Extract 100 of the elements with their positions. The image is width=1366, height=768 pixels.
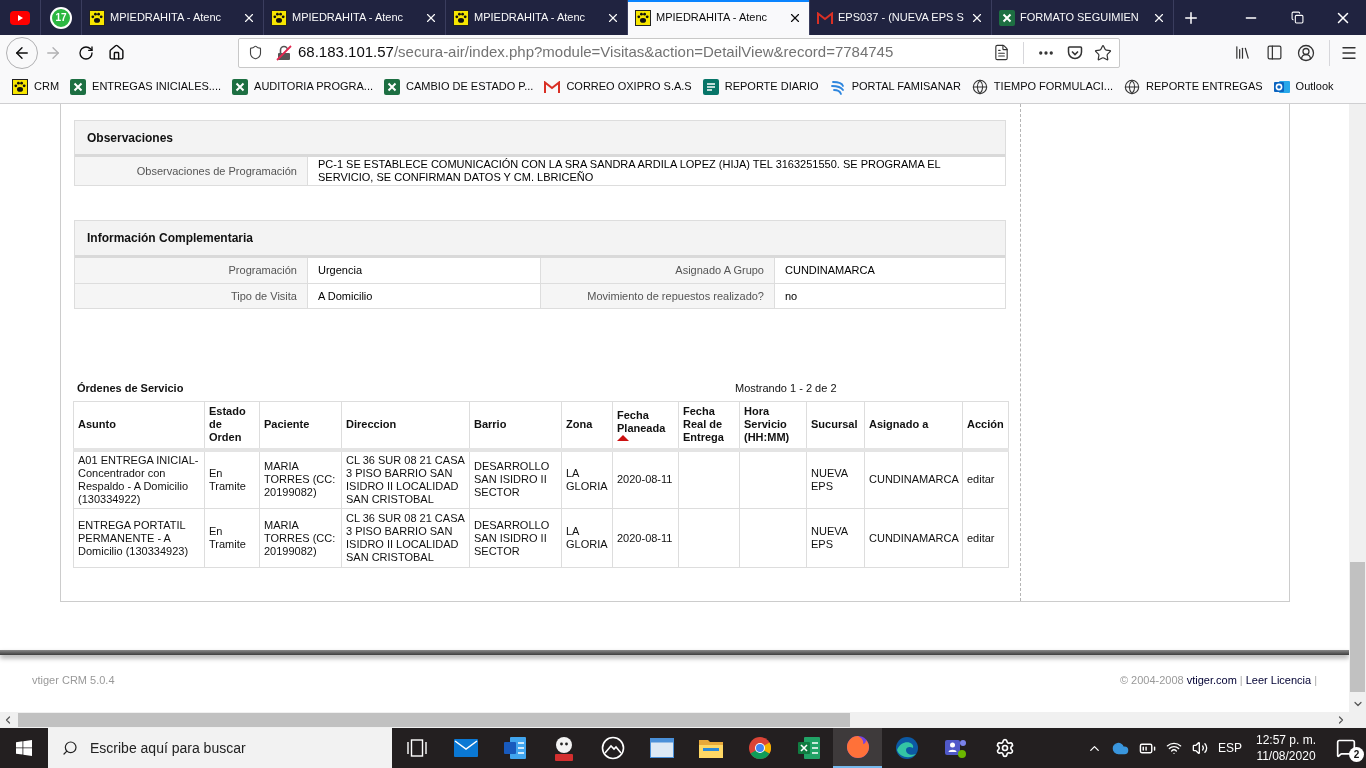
spreadsheet-icon (70, 78, 87, 95)
spreadsheet-icon (999, 9, 1015, 26)
envelope-icon (544, 80, 561, 93)
bookmark-star-icon[interactable] (1094, 43, 1112, 62)
column-header[interactable]: Fecha Planeada (612, 401, 679, 450)
table-cell: MARIA TORRES (CC: 20199082) (259, 508, 342, 568)
column-header[interactable]: Acción (962, 401, 1009, 450)
swirl-icon (829, 78, 846, 95)
field-label: Programación (75, 258, 308, 283)
team-tile-icon[interactable] (943, 737, 968, 759)
wave-circle-icon[interactable] (894, 736, 919, 760)
search-icon (62, 740, 78, 756)
home-icon[interactable] (108, 44, 125, 61)
field-value: no (784, 288, 799, 304)
bookmark-item[interactable]: TIEMPO FORMULACI... (971, 78, 1114, 95)
scrollbar-thumb[interactable] (1350, 562, 1365, 692)
clock-button[interactable]: 12:57 p. m. 11/08/2020 (1251, 732, 1320, 764)
column-header[interactable]: Estado de Orden (204, 401, 260, 450)
folder-icon[interactable] (698, 738, 723, 758)
document-app-icon[interactable] (503, 737, 526, 759)
bookmark-item[interactable]: CRM (12, 78, 60, 95)
volume-icon[interactable] (1191, 740, 1208, 756)
pipe-separator: | (1239, 673, 1243, 688)
footer-link[interactable]: vtiger.com (1186, 672, 1237, 689)
fox-globe-icon[interactable] (845, 735, 870, 759)
play-icon (10, 10, 30, 25)
section-title: Órdenes de Servicio (76, 380, 185, 396)
column-header[interactable]: Asunto (73, 401, 205, 450)
column-header[interactable]: Sucursal (806, 401, 865, 450)
footer-link[interactable]: Leer Licencia (1245, 672, 1312, 689)
column-header[interactable]: Zona (561, 401, 613, 450)
table-cell: NUEVA EPS (806, 449, 865, 509)
reader-view-icon[interactable] (993, 44, 1010, 61)
photos-icon[interactable] (600, 736, 625, 760)
sidebar-icon[interactable] (1266, 44, 1283, 61)
wifi-icon[interactable] (1165, 740, 1182, 756)
bookmark-item[interactable]: CORREO OXIPRO S.A.S (544, 78, 692, 95)
vertical-scrollbar[interactable] (1349, 104, 1366, 712)
table-cell: En Tramite (204, 508, 260, 568)
save-page-icon[interactable] (1067, 44, 1083, 61)
spreadsheet-icon[interactable] (797, 737, 820, 759)
restore-icon[interactable] (1290, 11, 1304, 24)
table-cell: NUEVA EPS (806, 508, 865, 568)
edit-link[interactable]: editar (967, 531, 995, 544)
notification-count: 2 (1349, 747, 1364, 762)
horizontal-scrollbar[interactable] (0, 712, 1366, 728)
shield-icon (248, 45, 263, 60)
field-value: CUNDINAMARCA (784, 263, 876, 279)
envelope-icon[interactable] (453, 739, 478, 757)
table-cell: CUNDINAMARCA (864, 508, 963, 568)
settings-icon[interactable] (994, 738, 1015, 758)
column-header[interactable]: Paciente (259, 401, 342, 450)
bookmark-item[interactable]: AUDITORIA PROGRA... (232, 78, 374, 95)
table-cell: CUNDINAMARCA (864, 449, 963, 509)
language-indicator[interactable]: ESP (1217, 739, 1242, 757)
browser-tab[interactable]: MPIEDRAHITA - Atenc (628, 0, 810, 35)
column-header[interactable]: Hora Servicio (HH:MM) (739, 401, 807, 450)
spreadsheet-icon (384, 78, 401, 95)
scrollbar-thumb[interactable] (18, 713, 850, 727)
library-icon[interactable] (1234, 44, 1251, 61)
search-field[interactable]: Escribe aquí para buscar (48, 728, 392, 768)
bookmark-item[interactable]: CAMBIO DE ESTADO P... (384, 78, 534, 95)
notification-icon[interactable] (1336, 738, 1356, 758)
table-cell: En Tramite (204, 449, 260, 509)
windows-logo-icon[interactable] (16, 740, 32, 756)
bookmark-item[interactable]: ENTREGAS INICIALES.... (70, 78, 222, 95)
field-label: Observaciones de Programación (75, 157, 308, 185)
table-cell: CL 36 SUR 08 21 CASA 3 PISO BARRIO SAN ISIDRO II LOCALIDAD SAN CRISTOBAL (341, 449, 470, 509)
paw-icon (271, 9, 287, 26)
table-cell: DESARROLLO SAN ISIDRO II SECTOR (469, 449, 562, 509)
table-cell: ENTREGA PORTATIL PERMANENTE - A Domicilio (130334923) (73, 508, 205, 568)
paw-icon (89, 9, 105, 26)
bookmark-item[interactable]: REPORTE ENTREGAS (1124, 78, 1263, 95)
version-text: vtiger CRM 5.0.4 (32, 673, 115, 688)
table-cell: MARIA TORRES (CC: 20199082) (259, 449, 342, 509)
account-icon[interactable] (1297, 43, 1315, 62)
globe-icon (971, 78, 988, 95)
field-label: Movimiento de repuestos realizado? (541, 284, 775, 308)
column-header[interactable]: Asignado a (864, 401, 963, 450)
edit-link[interactable]: editar (967, 473, 995, 486)
mail-app-icon (1273, 78, 1290, 95)
table-cell: 2020-08-11 (612, 449, 679, 509)
window-icon[interactable] (649, 738, 674, 758)
bookmark-item[interactable]: PORTAL FAMISANAR (829, 78, 961, 95)
envelope-icon (817, 11, 833, 24)
section-header: Observaciones (75, 121, 1005, 157)
reload-icon[interactable] (78, 44, 94, 61)
table-cell: A01 ENTREGA INICIAL-Concentrador con Respaldo - A Domicilio (130334922) (73, 449, 205, 509)
pipe-separator: | (1314, 673, 1317, 688)
segmented-circle-icon[interactable] (748, 737, 771, 759)
bookmark-item[interactable]: REPORTE DIARIO (702, 78, 819, 95)
table-cell: DESARROLLO SAN ISIDRO II SECTOR (469, 508, 562, 568)
copyright-text: © 2004-2008 (1119, 673, 1184, 688)
column-header[interactable]: Fecha Real de Entrega (678, 401, 740, 450)
column-header[interactable]: Barrio (469, 401, 562, 450)
task-view-icon[interactable] (406, 739, 427, 757)
bookmark-item[interactable]: Outlook (1273, 78, 1334, 95)
address-field[interactable]: 68.183.101.57/secura-air/index.php?module=Visitas&action=DetailView&record=7784745 (238, 37, 1120, 68)
field-label: Tipo de Visita (75, 284, 308, 308)
column-header[interactable]: Direccion (341, 401, 470, 450)
